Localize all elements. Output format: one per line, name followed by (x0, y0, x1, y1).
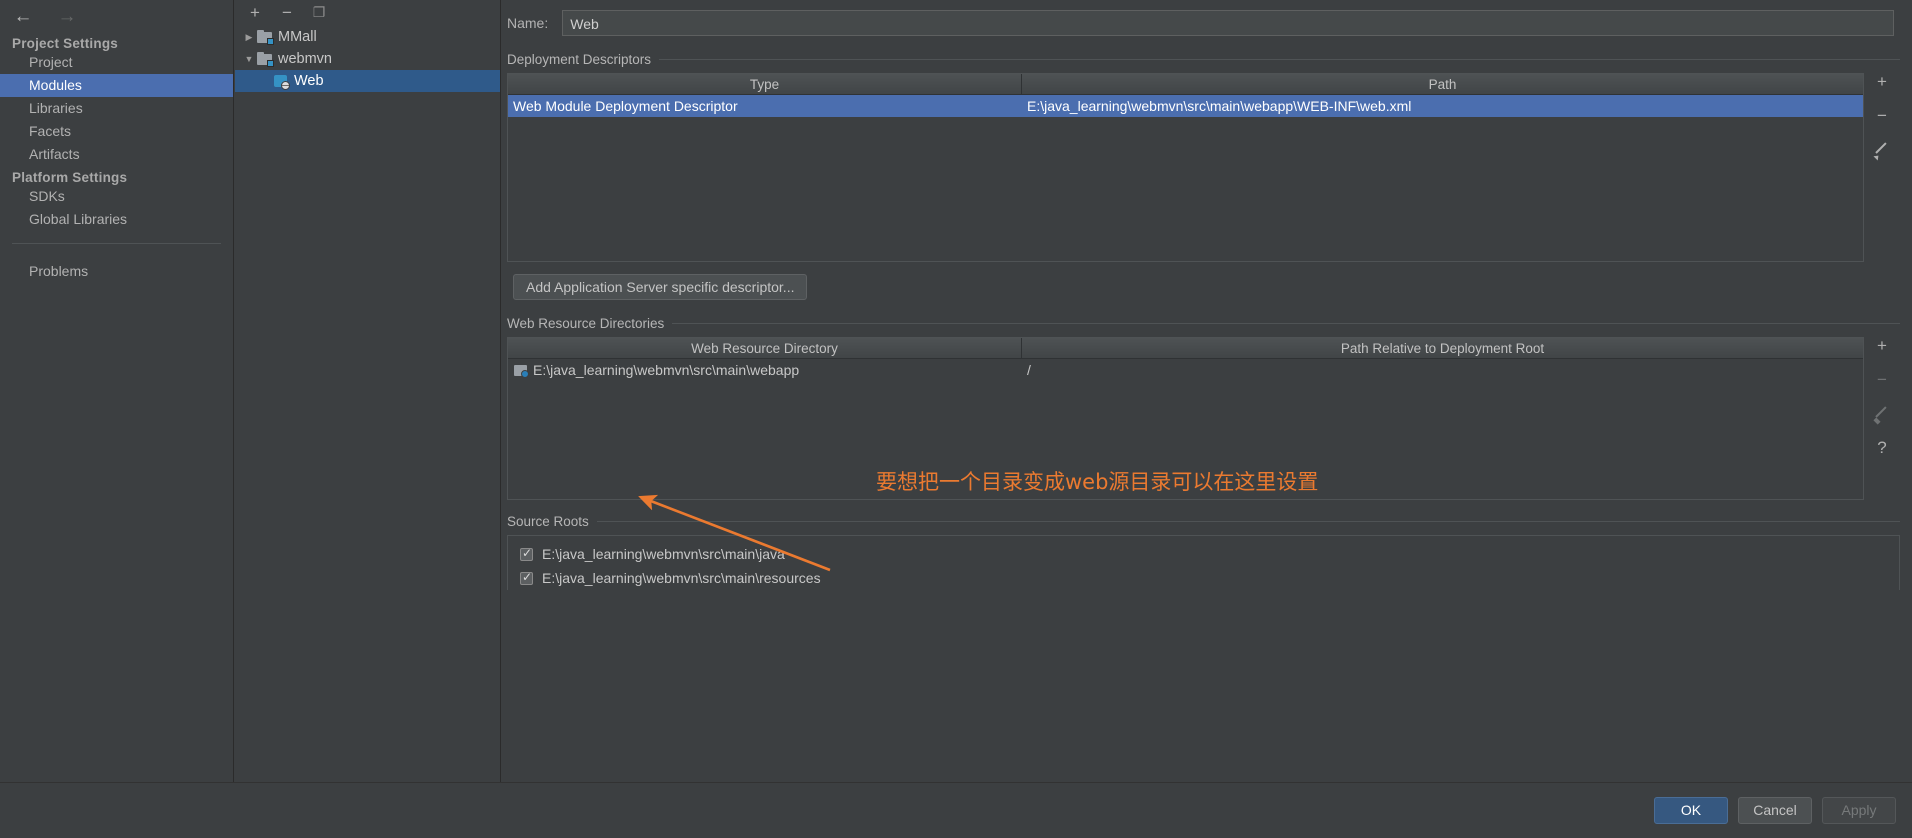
add-app-server-descriptor-row: Add Application Server specific descript… (507, 274, 1900, 300)
cell-type: Web Module Deployment Descriptor (513, 98, 738, 114)
dialog-footer-buttons: OK Cancel Apply (1654, 797, 1896, 824)
sidebar-item-problems[interactable]: Problems (0, 260, 233, 283)
deployment-descriptors-group: Deployment Descriptors Type Path Web Mod… (501, 52, 1912, 300)
edit-web-resource-button[interactable] (1871, 403, 1893, 423)
table-row[interactable]: E:\java_learning\webmvn\src\main\webapp … (508, 359, 1863, 381)
tree-node-web[interactable]: Web (235, 70, 500, 92)
add-module-button[interactable]: + (243, 1, 267, 23)
column-header-path[interactable]: Path (1022, 74, 1863, 94)
module-tree-panel: + − ❐ ▶ MMall ▼ webmvn Web (235, 0, 501, 782)
tree-node-label: webmvn (278, 51, 332, 67)
source-roots-group: Source Roots E:\java_learning\webmvn\src… (501, 514, 1912, 590)
copy-module-button[interactable]: ❐ (307, 1, 331, 23)
tree-node-webmvn[interactable]: ▼ webmvn (235, 48, 500, 70)
tree-node-label: Web (294, 73, 324, 89)
settings-dialog: ← → Project Settings Project Modules Lib… (0, 0, 1912, 838)
sidebar-item-sdks[interactable]: SDKs (0, 185, 233, 208)
ok-button[interactable]: OK (1654, 797, 1728, 824)
module-tree-toolbar: + − ❐ (235, 0, 500, 24)
sidebar-section-platform-settings: Platform Settings (12, 170, 128, 185)
column-header-web-resource-directory[interactable]: Web Resource Directory (508, 338, 1022, 358)
remove-web-resource-button[interactable]: − (1871, 369, 1893, 389)
remove-module-button[interactable]: − (275, 1, 299, 23)
tree-node-mmall[interactable]: ▶ MMall (235, 26, 500, 48)
sidebar-item-modules[interactable]: Modules (0, 74, 233, 97)
deployment-descriptors-side-buttons: + − (1864, 67, 1900, 159)
web-resource-directories-header: Web Resource Directories (507, 316, 1900, 331)
add-web-resource-button[interactable]: + (1871, 335, 1893, 355)
arrow-right-icon[interactable]: → (52, 4, 82, 28)
table-header-row: Type Path (508, 74, 1863, 95)
cell-web-resource-directory: E:\java_learning\webmvn\src\main\webapp (508, 359, 1022, 381)
module-name-row: Name: Web (501, 0, 1912, 36)
arrow-left-icon[interactable]: ← (8, 4, 38, 28)
group-divider (659, 59, 1900, 60)
web-directory-icon (514, 364, 529, 378)
settings-sidebar: ← → Project Settings Project Modules Lib… (0, 0, 234, 814)
module-settings-content: Name: Web Deployment Descriptors Type Pa… (501, 0, 1912, 782)
dialog-footer: OK Cancel Apply (0, 782, 1912, 838)
module-folder-icon (257, 52, 274, 67)
navigation-arrows: ← → (8, 4, 82, 28)
deployment-descriptors-title: Deployment Descriptors (507, 52, 652, 67)
cancel-button[interactable]: Cancel (1738, 797, 1812, 824)
remove-descriptor-button[interactable]: − (1871, 105, 1893, 125)
module-tree-list: ▶ MMall ▼ webmvn Web (235, 26, 500, 92)
help-web-resource-button[interactable]: ? (1871, 437, 1893, 457)
source-root-label: E:\java_learning\webmvn\src\main\java (542, 546, 785, 562)
deployment-descriptors-header: Deployment Descriptors (507, 52, 1900, 67)
source-root-item[interactable]: E:\java_learning\webmvn\src\main\java (508, 542, 1899, 566)
sidebar-item-project[interactable]: Project (0, 51, 233, 74)
group-divider (672, 323, 1900, 324)
group-divider (596, 521, 1900, 522)
table-body: Web Module Deployment Descriptor E:\java… (508, 95, 1863, 261)
apply-button[interactable]: Apply (1822, 797, 1896, 824)
add-descriptor-button[interactable]: + (1871, 71, 1893, 91)
sidebar-item-artifacts[interactable]: Artifacts (0, 143, 233, 166)
cell-relative-path: / (1027, 362, 1031, 378)
source-root-item[interactable]: E:\java_learning\webmvn\src\main\resourc… (508, 566, 1899, 590)
module-folder-icon (257, 30, 274, 45)
sidebar-section-project-settings: Project Settings (12, 36, 118, 51)
chevron-right-icon[interactable]: ▶ (241, 32, 257, 43)
source-root-label: E:\java_learning\webmvn\src\main\resourc… (542, 570, 821, 586)
cell-path: E:\java_learning\webmvn\src\main\webapp\… (1027, 98, 1412, 114)
module-name-label: Name: (507, 15, 549, 31)
checkbox-checked-icon[interactable] (520, 570, 533, 585)
web-facet-icon (273, 74, 290, 90)
cell-directory-text: E:\java_learning\webmvn\src\main\webapp (533, 362, 800, 378)
tree-node-label: MMall (278, 29, 317, 45)
edit-descriptor-button[interactable] (1871, 139, 1893, 159)
sidebar-item-global-libraries[interactable]: Global Libraries (0, 208, 233, 231)
deployment-descriptors-table-wrap: Type Path Web Module Deployment Descript… (507, 67, 1900, 262)
source-roots-header: Source Roots (507, 514, 1900, 529)
pencil-icon (1875, 142, 1890, 157)
annotation-text: 要想把一个目录变成web源目录可以在这里设置 (876, 470, 1319, 494)
table-row[interactable]: Web Module Deployment Descriptor E:\java… (508, 95, 1863, 117)
table-header-row: Web Resource Directory Path Relative to … (508, 338, 1863, 359)
sidebar-item-libraries[interactable]: Libraries (0, 97, 233, 120)
pencil-icon (1875, 406, 1890, 421)
sidebar-item-facets[interactable]: Facets (0, 120, 233, 143)
web-resource-directories-title: Web Resource Directories (507, 316, 665, 331)
source-roots-list: E:\java_learning\webmvn\src\main\java E:… (507, 535, 1900, 590)
module-name-input[interactable]: Web (562, 10, 1894, 36)
add-application-server-descriptor-button[interactable]: Add Application Server specific descript… (513, 274, 808, 300)
deployment-descriptors-table: Type Path Web Module Deployment Descript… (507, 73, 1864, 262)
web-resource-side-buttons: + − ? (1864, 331, 1900, 457)
source-roots-title: Source Roots (507, 514, 589, 529)
checkbox-checked-icon[interactable] (520, 546, 533, 561)
chevron-down-icon[interactable]: ▼ (241, 54, 257, 64)
column-header-type[interactable]: Type (508, 74, 1022, 94)
column-header-path-relative[interactable]: Path Relative to Deployment Root (1022, 338, 1863, 358)
